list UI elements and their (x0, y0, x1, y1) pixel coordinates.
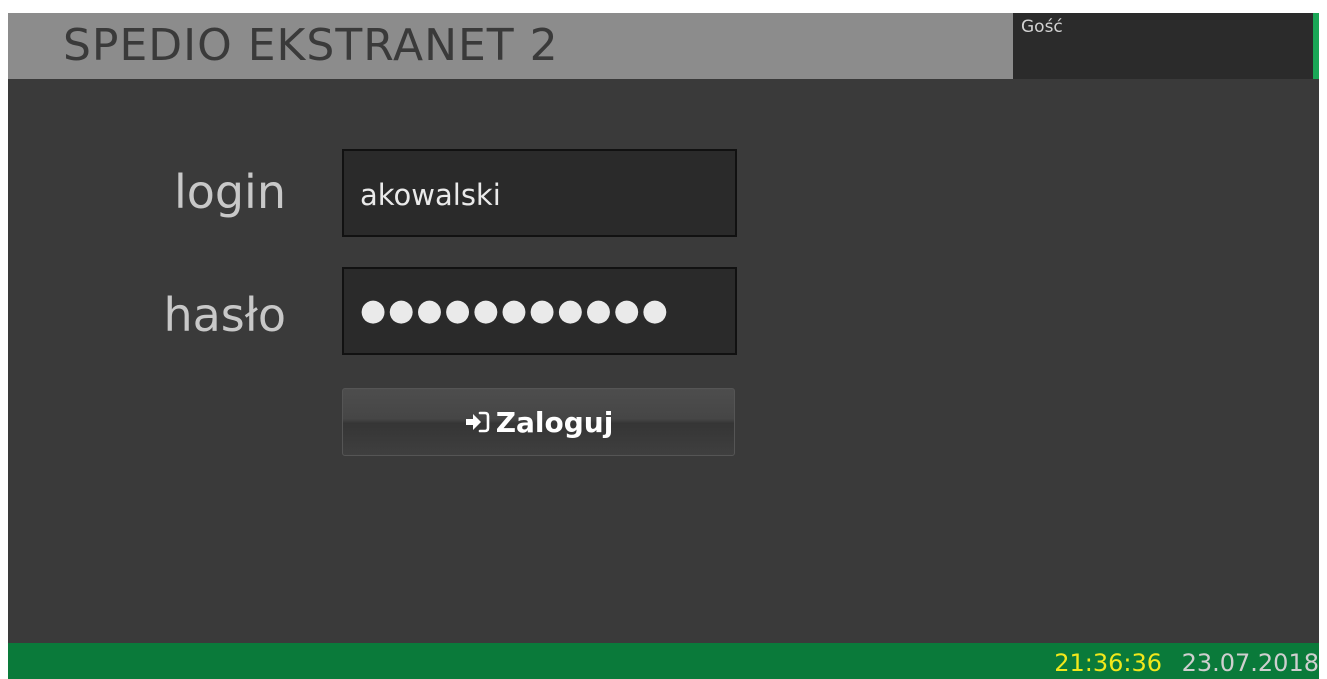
login-label: login (173, 165, 286, 219)
password-mask: ●●●●●●●●●●● (360, 293, 670, 328)
user-name: Gość (1021, 17, 1063, 37)
header: SPEDIO EKSTRANET 2 Gość (8, 13, 1319, 79)
app-title: SPEDIO EKSTRANET 2 (63, 20, 559, 71)
user-area: Gość (1013, 13, 1319, 79)
clock-time: 21:36:36 (1054, 649, 1162, 677)
password-field[interactable]: ●●●●●●●●●●● (342, 267, 737, 355)
login-button-label: Zaloguj (495, 405, 614, 439)
app-window: SPEDIO EKSTRANET 2 Gość login akowalski … (8, 13, 1319, 679)
login-value: akowalski (360, 178, 501, 212)
sign-in-icon (464, 410, 490, 434)
login-field[interactable]: akowalski (342, 149, 737, 237)
password-label: hasło (163, 288, 286, 342)
title-bar: SPEDIO EKSTRANET 2 (8, 13, 1013, 79)
footer: 21:36:36 23.07.2018 (8, 643, 1319, 679)
clock-date: 23.07.2018 (1181, 649, 1319, 677)
login-button[interactable]: Zaloguj (342, 388, 735, 456)
